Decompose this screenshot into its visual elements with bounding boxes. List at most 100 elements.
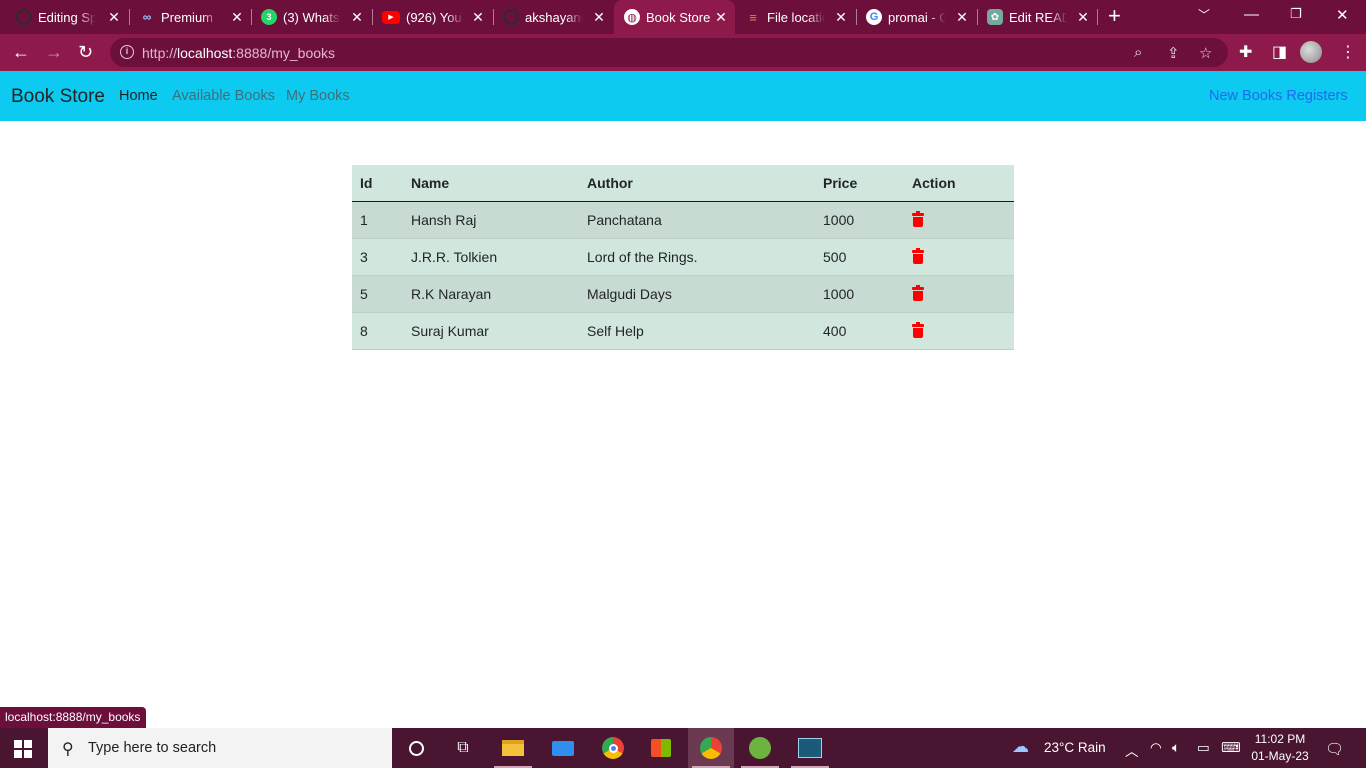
tab-separator (372, 9, 373, 25)
keyboard-icon[interactable]: ⌨ (1221, 740, 1241, 756)
windows-taskbar: ⚲ Type here to search ⧉ ☁ 23°C Rain ︿ ◠ … (0, 728, 1366, 768)
tab-title: Book Store (646, 9, 711, 25)
tab-editing-spring[interactable]: Editing Spring Boot ✕ (16, 0, 128, 34)
share-icon[interactable]: ⇪ (1167, 44, 1180, 62)
weather-text[interactable]: 23°C Rain (1044, 740, 1106, 755)
windows-start-icon[interactable] (14, 740, 32, 758)
tab-akshayand[interactable]: akshayand ✕ (503, 0, 613, 34)
tab-separator (493, 9, 494, 25)
minimize-icon[interactable]: — (1244, 6, 1259, 23)
spring-tool-suite-icon[interactable] (737, 728, 783, 768)
browser-toolbar: ← → ↻ i http://localhost:8888/my_books ⌕… (0, 34, 1366, 71)
cell-price: 400 (815, 312, 904, 350)
delete-trash-icon[interactable] (912, 322, 924, 338)
cell-id: 8 (352, 312, 403, 350)
task-view-icon[interactable]: ⧉ (440, 728, 486, 768)
delete-trash-icon[interactable] (912, 248, 924, 264)
table-row: 3 J.R.R. Tolkien Lord of the Rings. 500 (352, 238, 1014, 276)
globe-icon: ◍ (624, 9, 640, 25)
tab-file-location[interactable]: ≡ File location ✕ (745, 0, 855, 34)
bookmark-star-icon[interactable]: ☆ (1199, 44, 1212, 62)
cell-action (904, 312, 1014, 350)
cortana-icon[interactable] (393, 728, 439, 768)
url-text[interactable]: http://localhost:8888/my_books (142, 45, 335, 61)
tab-edit-readme[interactable]: ✿ Edit README ✕ (987, 0, 1097, 34)
nav-link-my-books[interactable]: My Books (286, 88, 350, 104)
chrome-icon[interactable] (590, 728, 636, 768)
table-row: 1 Hansh Raj Panchatana 1000 (352, 201, 1014, 239)
volume-icon[interactable]: 🔈︎ (1172, 740, 1180, 756)
close-icon[interactable]: ✕ (1075, 9, 1091, 25)
search-placeholder: Type here to search (88, 740, 217, 756)
cell-name: Suraj Kumar (403, 312, 579, 350)
close-icon[interactable]: ✕ (591, 9, 607, 25)
chrome-profile-icon[interactable] (688, 728, 734, 768)
close-icon[interactable]: ✕ (713, 9, 729, 25)
side-panel-icon[interactable]: ◨ (1272, 42, 1287, 62)
cell-id: 1 (352, 201, 403, 239)
tab-promai[interactable]: G promai - Google ✕ (866, 0, 976, 34)
table-row: 8 Suraj Kumar Self Help 400 (352, 312, 1014, 350)
nav-link-home[interactable]: Home (119, 88, 158, 104)
close-icon[interactable]: ✕ (833, 9, 849, 25)
table-header-row: Id Name Author Price Action (352, 165, 1014, 202)
cell-price: 500 (815, 238, 904, 276)
weather-cloud-icon[interactable]: ☁ (1012, 737, 1029, 757)
close-icon[interactable]: ✕ (229, 9, 245, 25)
tab-search-chevron-icon[interactable]: ﹀ (1198, 6, 1210, 23)
notifications-icon[interactable]: 🗨︎ (1325, 740, 1344, 758)
column-header-price: Price (815, 165, 904, 202)
mail-icon[interactable] (540, 728, 586, 768)
tab-whatsapp[interactable]: 3 (3) WhatsApp ✕ (261, 0, 371, 34)
nav-link-new-books-register[interactable]: New Books Registers (1209, 88, 1348, 104)
profile-avatar[interactable] (1300, 41, 1322, 63)
cell-name: J.R.R. Tolkien (403, 238, 579, 276)
battery-icon[interactable]: ▭ (1197, 740, 1210, 756)
forward-arrow-icon[interactable]: → (45, 42, 63, 62)
url-prefix: http:// (142, 45, 178, 61)
close-icon[interactable]: ✕ (954, 9, 970, 25)
tab-premium[interactable]: ∞ Premium SaaS ✕ (139, 0, 251, 34)
clock-date: 01-May-23 (1251, 749, 1309, 763)
taskbar-clock[interactable]: 11:02 PM 01-May-23 (1250, 731, 1310, 765)
file-explorer-icon[interactable] (490, 728, 536, 768)
brand-link[interactable]: Book Store (11, 86, 105, 108)
clock-time: 11:02 PM (1254, 732, 1306, 746)
menu-kebab-icon[interactable]: ⋮ (1340, 42, 1356, 62)
youtube-icon: ▶ (382, 10, 400, 24)
window-close-icon[interactable]: ✕ (1336, 6, 1349, 24)
tab-youtube[interactable]: ▶ (926) YouTube ✕ (382, 0, 492, 34)
delete-trash-icon[interactable] (912, 211, 924, 227)
openai-icon: ✿ (987, 9, 1003, 25)
zoom-icon[interactable]: ⌕ (1134, 44, 1142, 61)
tab-title: akshayand (525, 9, 583, 25)
new-tab-button[interactable]: + (1108, 5, 1121, 27)
nav-link-available-books[interactable]: Available Books (172, 88, 275, 104)
stackoverflow-icon: ≡ (749, 9, 757, 25)
back-arrow-icon[interactable]: ← (12, 42, 30, 62)
close-icon[interactable]: ✕ (470, 9, 486, 25)
cell-price: 1000 (815, 275, 904, 313)
github-icon (503, 9, 519, 25)
my-books-table: Id Name Author Price Action 1 Hansh Raj … (352, 165, 1014, 350)
table-row: 5 R.K Narayan Malgudi Days 1000 (352, 275, 1014, 313)
extensions-puzzle-icon[interactable]: ✚ (1239, 42, 1252, 62)
restore-icon[interactable]: ❐ (1290, 6, 1302, 22)
tab-book-store[interactable]: ◍ Book Store ✕ (614, 0, 735, 34)
site-info-icon[interactable]: i (120, 45, 134, 59)
taskbar-search-box[interactable]: ⚲ Type here to search (48, 728, 392, 768)
mysql-workbench-icon[interactable] (787, 728, 833, 768)
reload-icon[interactable]: ↻ (78, 42, 93, 62)
microsoft-store-icon[interactable] (638, 728, 684, 768)
address-bar[interactable]: i http://localhost:8888/my_books ⌕ ⇪ ☆ (110, 38, 1228, 67)
cell-action (904, 275, 1014, 313)
chevron-up-icon[interactable]: ︿ (1125, 740, 1139, 760)
cell-id: 5 (352, 275, 403, 313)
cell-author: Self Help (579, 312, 815, 350)
delete-trash-icon[interactable] (912, 285, 924, 301)
close-icon[interactable]: ✕ (349, 9, 365, 25)
url-path: :8888/my_books (232, 45, 336, 61)
wifi-icon[interactable]: ◠ (1150, 740, 1162, 756)
close-icon[interactable]: ✕ (106, 9, 122, 25)
cell-action (904, 238, 1014, 276)
